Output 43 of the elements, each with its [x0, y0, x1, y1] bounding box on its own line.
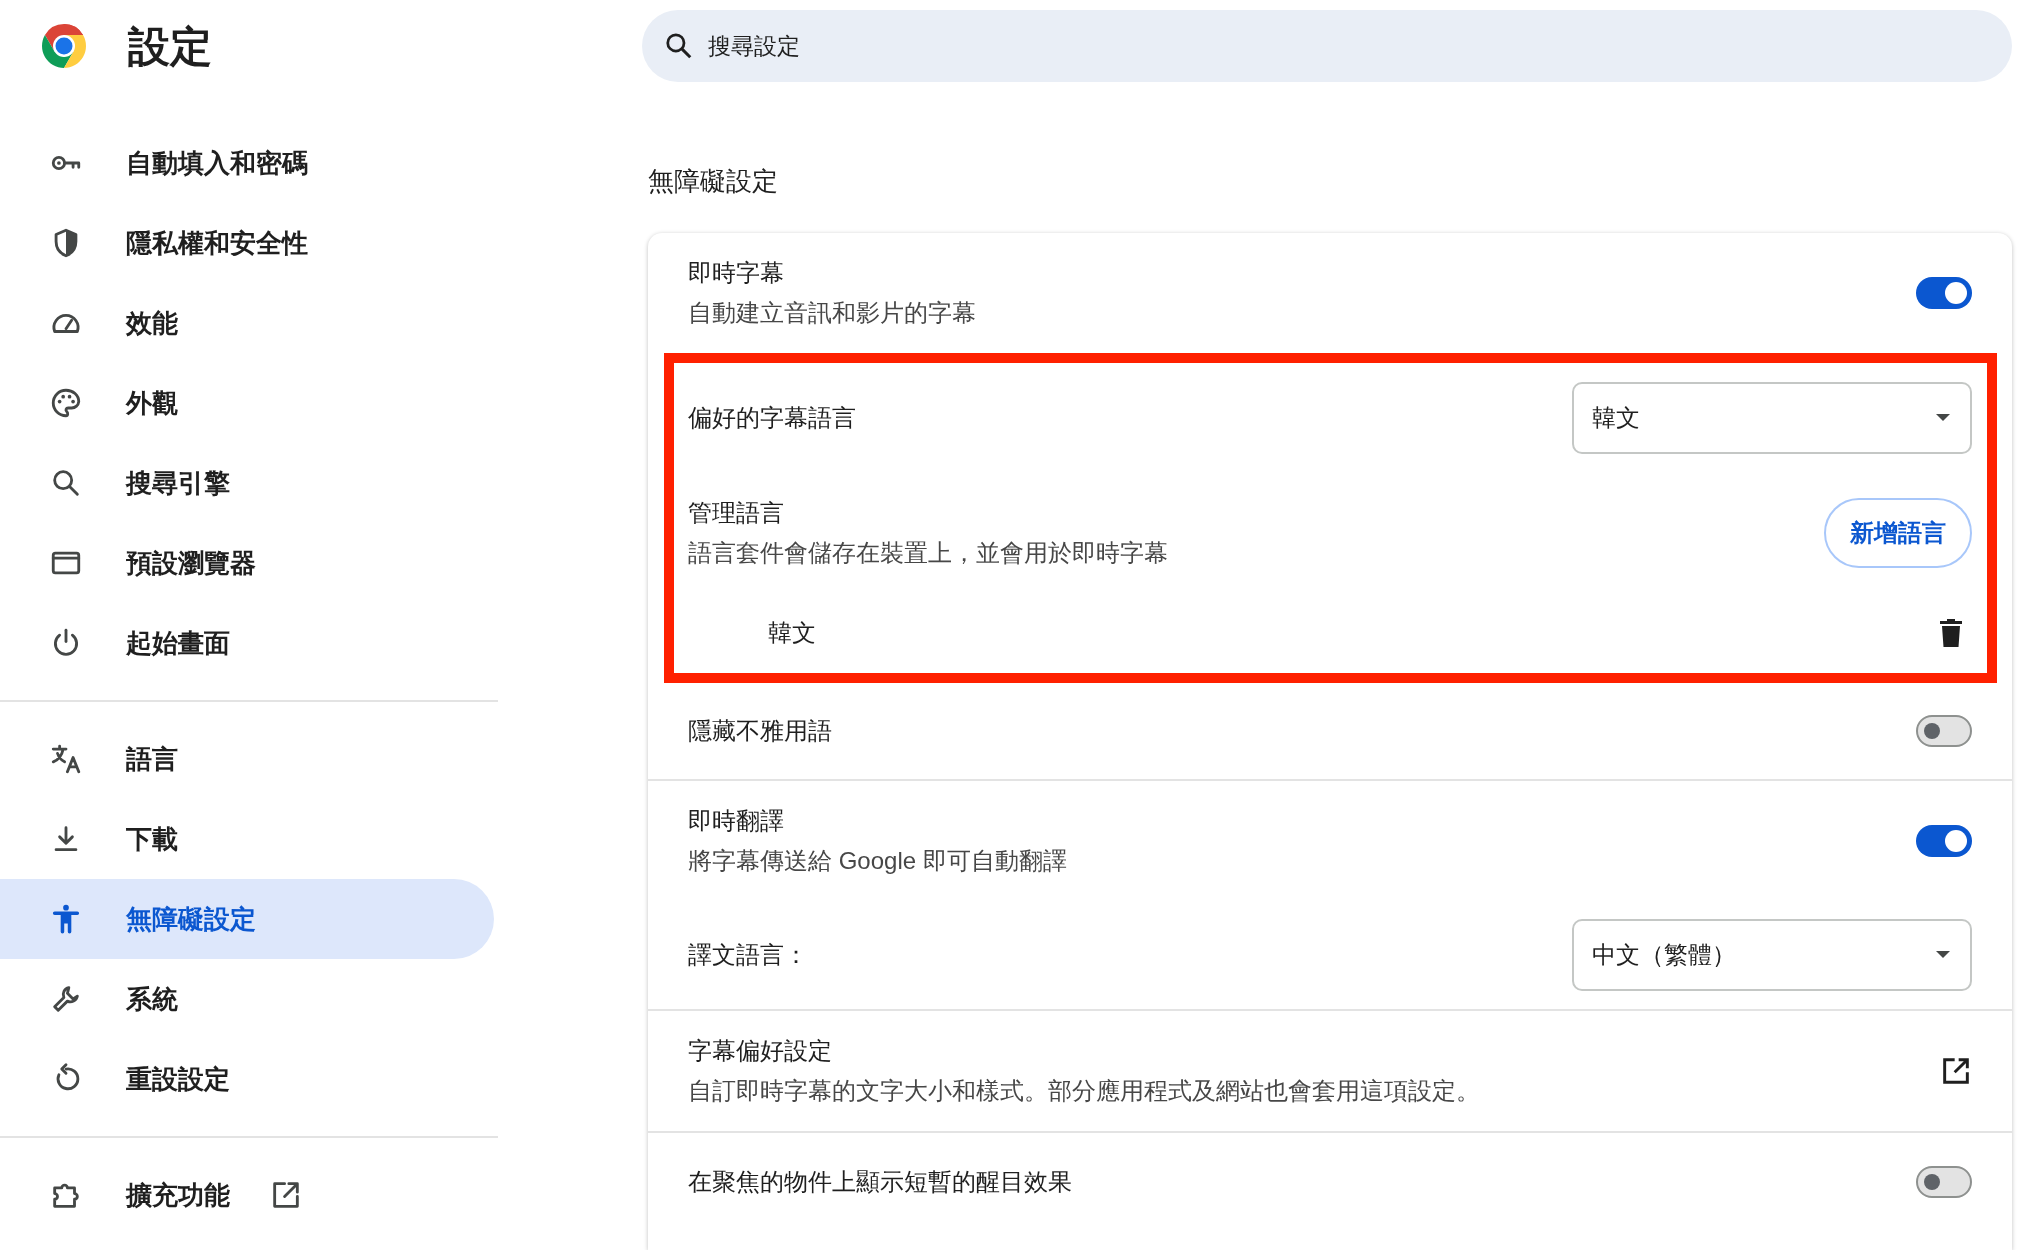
- sidebar-item[interactable]: 無障礙設定: [0, 879, 494, 959]
- setting-title: 韓文: [768, 618, 817, 648]
- setting-title: 在聚焦的物件上顯示短暫的醒目效果: [688, 1167, 1073, 1197]
- add-language-button[interactable]: 新增語言: [1824, 498, 1972, 568]
- setting-title: 字幕偏好設定: [688, 1036, 833, 1066]
- sidebar-item[interactable]: 重設設定: [0, 1039, 494, 1119]
- sidebar-item[interactable]: 預設瀏覽器: [0, 523, 494, 603]
- caret-icon: [1936, 951, 1950, 959]
- setting-title: 即時翻譯: [688, 806, 785, 836]
- toggle-switch[interactable]: [1916, 1166, 1972, 1198]
- translate-icon: [49, 742, 83, 776]
- sidebar-item[interactable]: 語言: [0, 719, 494, 799]
- section-title: 無障礙設定: [648, 165, 779, 198]
- sidebar-item[interactable]: 搜尋引擎: [0, 443, 494, 523]
- setting-title: 管理語言: [688, 498, 785, 528]
- sidebar-item[interactable]: 隱私權和安全性: [0, 203, 494, 283]
- sidebar-item[interactable]: 下載: [0, 799, 494, 879]
- caret-icon: [1936, 414, 1950, 422]
- sidebar-item[interactable]: 系統: [0, 959, 494, 1039]
- setting-title: 譯文語言：: [688, 940, 809, 970]
- toggle-switch[interactable]: [1916, 277, 1972, 309]
- setting-title: 即時字幕: [688, 258, 785, 288]
- setting-title: 隱藏不雅用語: [688, 716, 833, 746]
- language-dropdown[interactable]: 中文（繁體）: [1572, 919, 1972, 991]
- external-link-icon[interactable]: [1940, 1055, 1972, 1087]
- sidebar-item[interactable]: 擴充功能: [0, 1155, 494, 1235]
- sidebar-item[interactable]: 效能: [0, 283, 494, 363]
- setting-description: 自訂即時字幕的文字大小和樣式。部分應用程式及網站也會套用這項設定。: [688, 1076, 1481, 1106]
- page-title: 設定: [128, 21, 212, 72]
- setting-description: 將字幕傳送給 Google 即可自動翻譯: [688, 846, 1068, 876]
- chrome-logo: [40, 22, 88, 70]
- search-field[interactable]: 搜尋設定: [642, 10, 2012, 82]
- sidebar-item[interactable]: 自動填入和密碼: [0, 123, 494, 203]
- toggle-switch[interactable]: [1916, 825, 1972, 857]
- palette-icon: [49, 386, 83, 420]
- setting-title: 偏好的字幕語言: [688, 403, 857, 433]
- setting-description: 語言套件會儲存在裝置上，並會用於即時字幕: [688, 538, 1169, 568]
- sidebar-item[interactable]: 起始畫面: [0, 603, 494, 683]
- trash-icon[interactable]: [1940, 619, 1962, 647]
- language-dropdown[interactable]: 韓文: [1572, 382, 1972, 454]
- sidebar-item[interactable]: 外觀: [0, 363, 494, 443]
- toggle-switch[interactable]: [1916, 715, 1972, 747]
- setting-description: 自動建立音訊和影片的字幕: [688, 298, 977, 328]
